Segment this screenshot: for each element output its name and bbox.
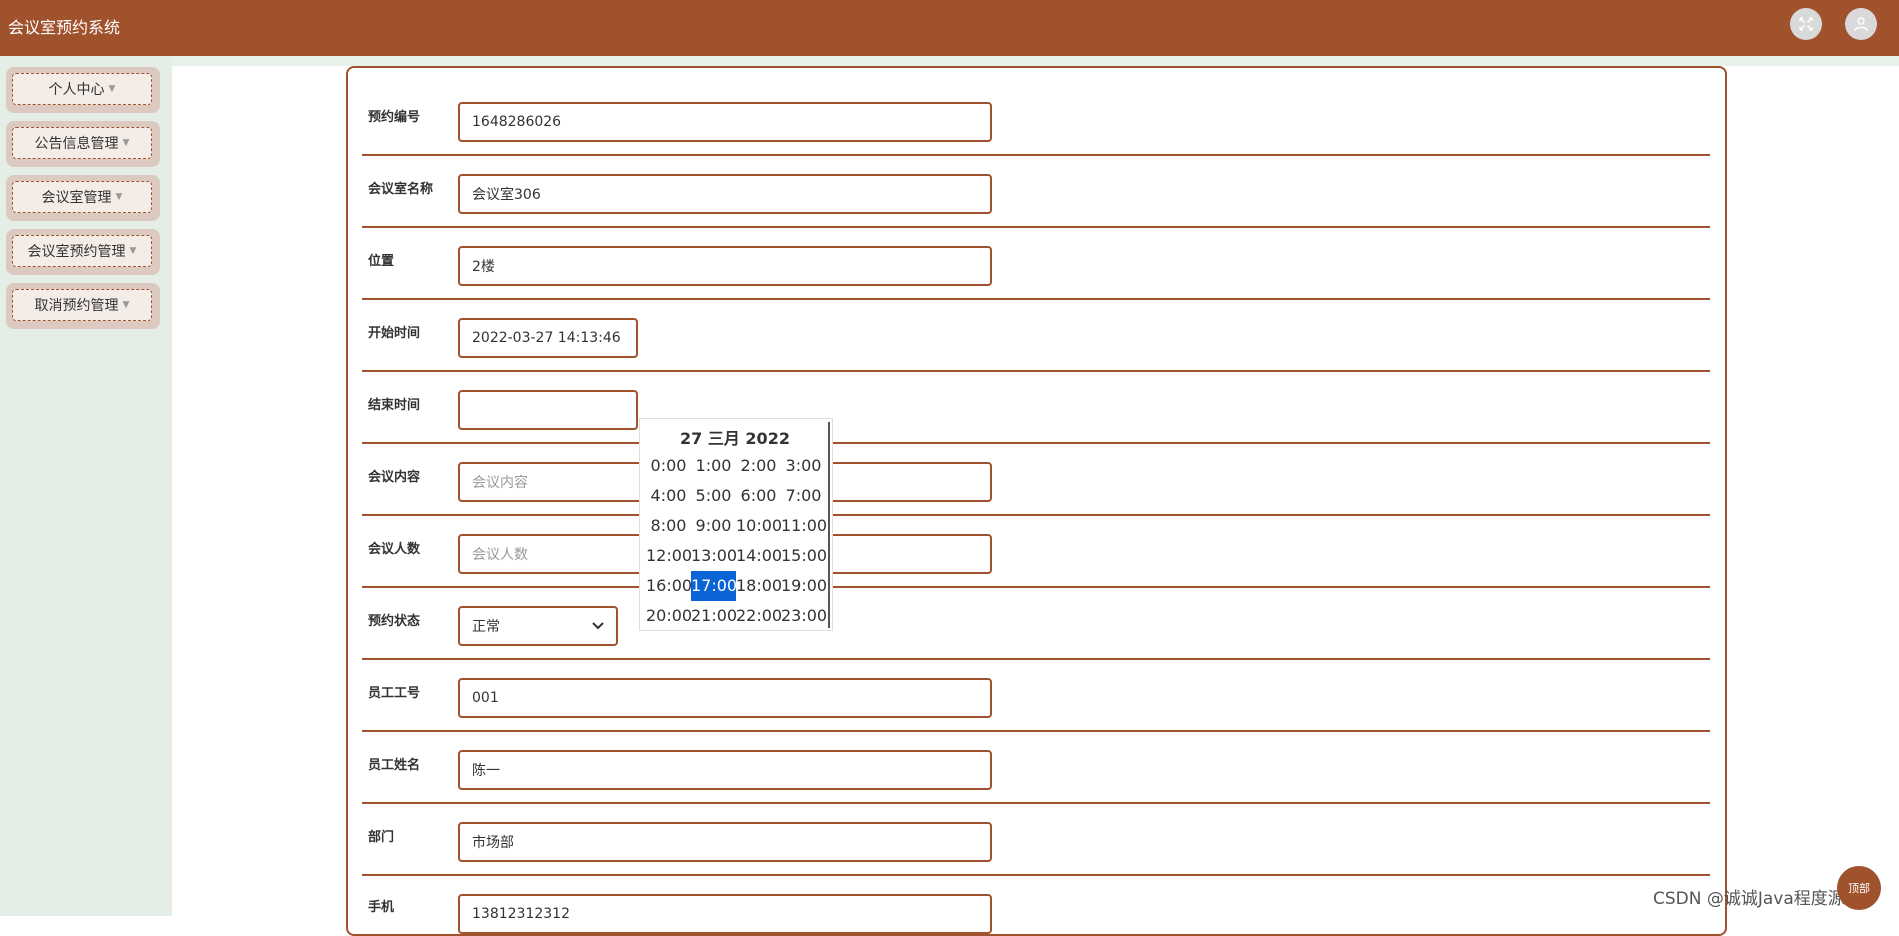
booking-no-label: 预约编号 [368,110,421,125]
content-label: 会议内容 [368,470,421,485]
phone-input[interactable]: 13812312312 [458,894,992,934]
chevron-down-icon [592,622,604,630]
app-title: 会议室预约系统 [8,18,121,37]
status-select-value: 正常 [472,619,500,635]
user-icon [1854,17,1868,31]
employee-no-label: 员工工号 [368,686,421,701]
sidebar-item-label: 公告信息管理 [34,136,119,152]
location-label: 位置 [368,254,395,269]
time-option[interactable]: 21:00 [691,601,737,631]
booking-no-input[interactable]: 1648286026 [458,102,992,142]
time-option[interactable]: 1:00 [691,451,736,481]
sidebar-item-notice-management[interactable]: 公告信息管理 ▼ [6,121,160,167]
user-button[interactable] [1845,8,1877,40]
status-select[interactable]: 正常 [458,606,618,646]
sidebar-item-cancel-management[interactable]: 取消预约管理 ▼ [6,283,160,329]
room-name-label: 会议室名称 [368,182,434,197]
room-name-input[interactable]: 会议室306 [458,174,992,214]
watermark: CSDN @诚诚Java程度源码 [1653,889,1862,909]
form-row-start-time: 开始时间 2022-03-27 14:13:46 [362,298,1710,372]
phone-label: 手机 [368,900,395,915]
location-input[interactable]: 2楼 [458,246,992,286]
sidebar: 个人中心 ▼ 公告信息管理 ▼ 会议室管理 ▼ 会议室预约管理 ▼ 取消预约管理 ▼ [0,56,172,916]
time-option[interactable]: 11:00 [781,511,827,541]
count-label: 会议人数 [368,542,421,557]
header-band [0,56,1899,66]
form-row-employee-name: 员工姓名 陈一 [362,730,1710,804]
form-row-department: 部门 市场部 [362,802,1710,876]
sidebar-item-label: 取消预约管理 [34,298,119,314]
top-bar: 会议室预约系统 [0,0,1899,56]
time-option[interactable]: 8:00 [646,511,691,541]
time-option[interactable]: 23:00 [781,601,827,631]
time-option[interactable]: 15:00 [781,541,827,571]
caret-down-icon: ▼ [129,246,137,256]
time-option[interactable]: 4:00 [646,481,691,511]
form-row-end-time: 结束时间 [362,370,1710,444]
time-picker-title: 27 三月 2022 [680,429,790,448]
fullscreen-button[interactable] [1790,8,1822,40]
sidebar-item-label: 个人中心 [48,82,105,98]
caret-down-icon: ▼ [115,192,123,202]
time-option[interactable]: 0:00 [646,451,691,481]
employee-name-label: 员工姓名 [368,758,421,773]
back-to-top-button[interactable]: 顶部 [1837,866,1881,910]
sidebar-item-room-management[interactable]: 会议室管理 ▼ [6,175,160,221]
start-time-input[interactable]: 2022-03-27 14:13:46 [458,318,638,358]
sidebar-item-personal-center[interactable]: 个人中心 ▼ [6,67,160,113]
end-time-label: 结束时间 [368,398,421,413]
form-row-booking-no: 预约编号 1648286026 [362,82,1710,156]
time-option[interactable]: 12:00 [646,541,692,571]
sidebar-item-booking-management[interactable]: 会议室预约管理 ▼ [6,229,160,275]
sidebar-item-label: 会议室管理 [41,190,112,206]
caret-down-icon: ▼ [122,138,130,148]
department-label: 部门 [368,830,395,845]
caret-down-icon: ▼ [122,300,130,310]
time-option[interactable]: 18:00 [736,571,782,601]
time-picker-hours: 0:00 1:00 2:00 3:00 4:00 5:00 6:00 7:00 8:00 9:00… [646,451,827,631]
time-option[interactable]: 2:00 [736,451,781,481]
sidebar-item-label: 会议室预约管理 [27,244,126,260]
caret-down-icon: ▼ [108,84,116,94]
form-row-phone: 手机 13812312312 [362,874,1710,934]
time-option[interactable]: 5:00 [691,481,736,511]
form-row-employee-no: 员工工号 001 [362,658,1710,732]
time-option[interactable]: 14:00 [736,541,782,571]
time-picker: 27 三月 2022 0:00 1:00 2:00 3:00 4:00 5:00 6:00 7… [639,418,833,631]
form-row-room-name: 会议室名称 会议室306 [362,154,1710,228]
time-option[interactable]: 10:00 [736,511,782,541]
department-input[interactable]: 市场部 [458,822,992,862]
time-option[interactable]: 7:00 [781,481,826,511]
time-option[interactable]: 17:00 [691,571,737,601]
time-option[interactable]: 19:00 [781,571,827,601]
fullscreen-icon [1799,17,1813,31]
form-row-content: 会议内容 会议内容 [362,442,1710,516]
time-option[interactable]: 20:00 [646,601,692,631]
time-option[interactable]: 16:00 [646,571,692,601]
time-option[interactable]: 3:00 [781,451,826,481]
time-option[interactable]: 6:00 [736,481,781,511]
time-option[interactable]: 22:00 [736,601,782,631]
form-row-count: 会议人数 会议人数 [362,514,1710,588]
time-picker-scrollbar[interactable] [828,422,830,628]
time-option[interactable]: 9:00 [691,511,736,541]
start-time-label: 开始时间 [368,326,421,341]
end-time-input[interactable] [458,390,638,430]
status-label: 预约状态 [368,614,421,629]
employee-name-input[interactable]: 陈一 [458,750,992,790]
employee-no-input[interactable]: 001 [458,678,992,718]
form-row-location: 位置 2楼 [362,226,1710,300]
time-option[interactable]: 13:00 [691,541,737,571]
form-row-status: 预约状态 正常 [362,586,1710,660]
